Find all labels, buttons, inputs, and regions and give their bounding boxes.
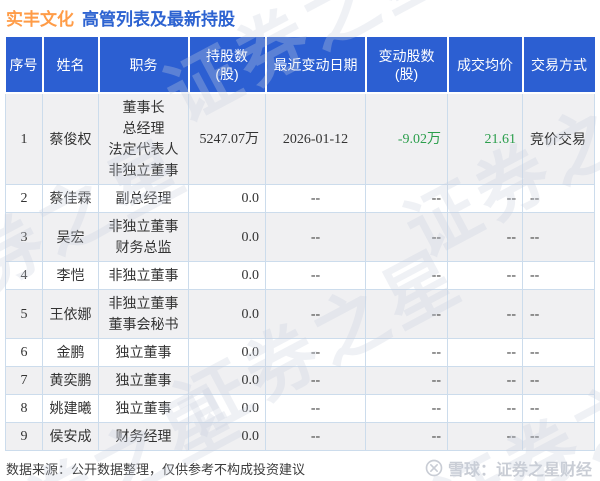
cell-change-date: --	[265, 422, 366, 451]
cell-avg-price: --	[447, 366, 523, 395]
cell-name: 金鹏	[42, 338, 99, 367]
cell-name: 蔡俊权	[42, 92, 99, 185]
cell-position: 独立董事	[98, 338, 189, 367]
cell-change-shares: --	[365, 261, 448, 290]
column-header-avg-price: 成交均价	[447, 37, 524, 94]
cell-shares: 0.0	[188, 422, 266, 451]
cell-serial: 1	[5, 92, 43, 185]
cell-name: 吴宏	[42, 212, 99, 262]
cell-change-date: --	[265, 289, 366, 339]
cell-shares: 0.0	[188, 261, 266, 290]
cell-name: 侯安成	[42, 422, 99, 451]
cell-position: 独立董事	[98, 394, 189, 423]
executives-table: 序号 姓名 职务 持股数 (股) 最近变动日期 变动股数 (股) 成交均价 交易…	[5, 37, 595, 451]
cell-position: 非独立董事	[98, 261, 189, 290]
cell-change-date: --	[265, 338, 366, 367]
brand-watermark: 雪球：证券之星财经	[425, 456, 592, 480]
cell-change-shares: -9.02万	[365, 92, 448, 185]
column-header-trade-method: 交易方式	[522, 37, 595, 94]
cell-change-date: --	[265, 184, 366, 213]
cell-change-shares: --	[365, 422, 448, 451]
column-header-serial: 序号	[5, 37, 44, 94]
cell-name: 李恺	[42, 261, 99, 290]
cell-trade-method: --	[522, 422, 595, 451]
page-subtitle: 高管列表及最新持股	[82, 10, 235, 29]
table-row: 1 蔡俊权 董事长 总经理 法定代表人 非独立董事 5247.07万 2026-…	[5, 92, 595, 185]
cell-shares: 0.0	[188, 366, 266, 395]
company-name: 实丰文化	[6, 10, 74, 29]
table-row: 3 吴宏 非独立董事 财务总监 0.0 -- -- -- --	[5, 212, 595, 262]
table-row: 7 黄奕鹏 独立董事 0.0 -- -- -- --	[5, 366, 595, 395]
cell-change-shares: --	[365, 212, 448, 262]
cell-name: 王依娜	[42, 289, 99, 339]
column-header-change-date: 最近变动日期	[265, 37, 367, 94]
cell-avg-price: 21.61	[447, 92, 523, 185]
cell-shares: 0.0	[188, 289, 266, 339]
cell-change-shares: --	[365, 366, 448, 395]
cell-avg-price: --	[447, 212, 523, 262]
header-row: 序号 姓名 职务 持股数 (股) 最近变动日期 变动股数 (股) 成交均价 交易…	[5, 37, 595, 94]
cell-trade-method: --	[522, 394, 595, 423]
cell-avg-price: --	[447, 184, 523, 213]
page-title: 实丰文化 高管列表及最新持股	[6, 5, 235, 30]
cell-serial: 9	[5, 422, 43, 451]
cell-change-date: --	[265, 261, 366, 290]
cell-name: 姚建曦	[42, 394, 99, 423]
cell-trade-method: --	[522, 366, 595, 395]
table-row: 2 蔡佳霖 副总经理 0.0 -- -- -- --	[5, 184, 595, 213]
cell-avg-price: --	[447, 422, 523, 451]
column-header-change-shares: 变动股数 (股)	[365, 37, 449, 94]
cell-change-shares: --	[365, 289, 448, 339]
cell-position: 非独立董事 财务总监	[98, 212, 189, 262]
cell-change-shares: --	[365, 394, 448, 423]
cell-serial: 8	[5, 394, 43, 423]
cell-change-date: --	[265, 394, 366, 423]
cell-avg-price: --	[447, 261, 523, 290]
cell-trade-method: 竞价交易	[522, 92, 595, 185]
cell-avg-price: --	[447, 338, 523, 367]
xueqiu-logo-icon	[425, 459, 443, 477]
cell-serial: 7	[5, 366, 43, 395]
cell-change-shares: --	[365, 338, 448, 367]
data-source-note: 数据来源：公开数据整理，仅供参考不构成投资建议	[6, 461, 306, 477]
cell-shares: 0.0	[188, 184, 266, 213]
cell-name: 蔡佳霖	[42, 184, 99, 213]
cell-position: 非独立董事 董事会秘书	[98, 289, 189, 339]
cell-shares: 5247.07万	[188, 92, 266, 185]
table-row: 6 金鹏 独立董事 0.0 -- -- -- --	[5, 338, 595, 367]
cell-trade-method: --	[522, 338, 595, 367]
cell-avg-price: --	[447, 394, 523, 423]
cell-change-date: --	[265, 212, 366, 262]
cell-position: 财务经理	[98, 422, 189, 451]
cell-position: 独立董事	[98, 366, 189, 395]
cell-trade-method: --	[522, 289, 595, 339]
column-header-position: 职务	[98, 37, 190, 94]
cell-shares: 0.0	[188, 212, 266, 262]
brand-text: 雪球：证券之星财经	[447, 462, 592, 479]
column-header-name: 姓名	[42, 37, 100, 94]
cell-shares: 0.0	[188, 338, 266, 367]
cell-change-date: 2026-01-12	[265, 92, 366, 185]
cell-position: 副总经理	[98, 184, 189, 213]
table-row: 5 王依娜 非独立董事 董事会秘书 0.0 -- -- -- --	[5, 289, 595, 339]
footer: 数据来源：公开数据整理，仅供参考不构成投资建议 雪球：证券之星财经	[6, 456, 592, 480]
cell-serial: 5	[5, 289, 43, 339]
cell-shares: 0.0	[188, 394, 266, 423]
cell-serial: 2	[5, 184, 43, 213]
cell-trade-method: --	[522, 212, 595, 262]
cell-serial: 4	[5, 261, 43, 290]
table-row: 8 姚建曦 独立董事 0.0 -- -- -- --	[5, 394, 595, 423]
table-row: 4 李恺 非独立董事 0.0 -- -- -- --	[5, 261, 595, 290]
cell-trade-method: --	[522, 184, 595, 213]
cell-change-date: --	[265, 366, 366, 395]
cell-change-shares: --	[365, 184, 448, 213]
column-header-shares: 持股数 (股)	[188, 37, 267, 94]
cell-trade-method: --	[522, 261, 595, 290]
cell-position: 董事长 总经理 法定代表人 非独立董事	[98, 92, 189, 185]
table-row: 9 侯安成 财务经理 0.0 -- -- -- --	[5, 422, 595, 451]
cell-name: 黄奕鹏	[42, 366, 99, 395]
cell-avg-price: --	[447, 289, 523, 339]
cell-serial: 6	[5, 338, 43, 367]
cell-serial: 3	[5, 212, 43, 262]
